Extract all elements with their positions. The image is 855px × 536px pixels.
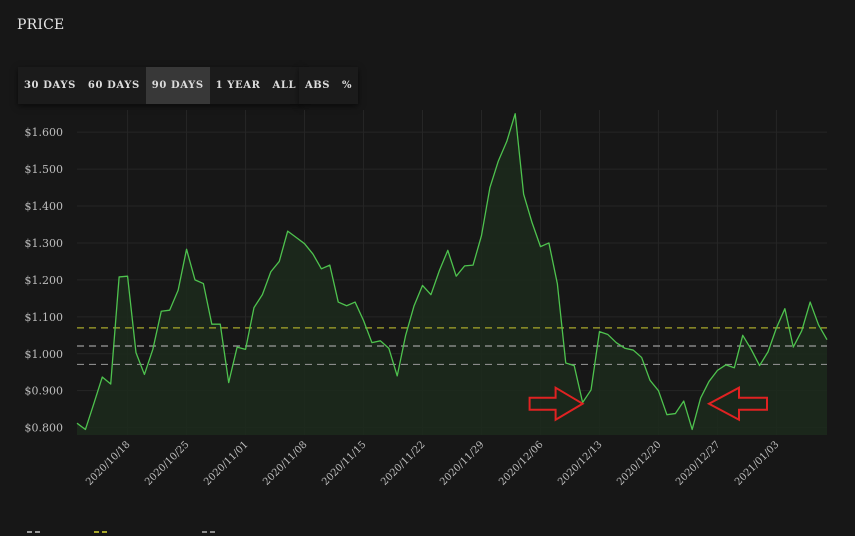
y-tick-label: $0.800 — [25, 422, 64, 435]
legend-swatch-lower — [202, 531, 216, 533]
y-tick-label: $0.900 — [25, 385, 64, 398]
x-tick-label: 2020/11/22 — [379, 439, 428, 488]
x-tick-label: 2020/12/20 — [615, 439, 664, 488]
price-area-fill — [77, 113, 827, 435]
y-tick-label: $1.600 — [25, 126, 64, 139]
x-tick-label: 2020/11/15 — [320, 439, 369, 488]
x-tick-label: 2020/12/27 — [674, 439, 723, 488]
y-tick-label: $1.200 — [25, 274, 64, 287]
x-tick-label: 2020/12/06 — [497, 439, 546, 488]
x-tick-label: 2020/11/29 — [438, 439, 487, 488]
y-tick-label: $1.300 — [25, 237, 64, 250]
x-tick-label: 2020/12/13 — [556, 439, 605, 488]
x-tick-label: 2021/01/03 — [733, 439, 782, 488]
x-tick-label: 2020/11/01 — [202, 439, 251, 488]
x-tick-label: 2020/10/25 — [143, 439, 192, 488]
price-chart: $0.800 $0.900 $1.000 $1.100 $1.200 $1.300 $1.4… — [25, 110, 828, 488]
x-tick-label: 2020/11/08 — [261, 439, 310, 488]
y-tick-label: $1.500 — [25, 163, 64, 176]
y-tick-label: $1.400 — [25, 200, 64, 213]
legend-swatch-mean — [27, 531, 41, 533]
y-tick-label: $1.100 — [25, 311, 64, 324]
x-tick-label: 2020/10/18 — [84, 439, 133, 488]
y-tick-label: $1.000 — [25, 348, 64, 361]
legend-swatch-upper — [94, 531, 108, 533]
